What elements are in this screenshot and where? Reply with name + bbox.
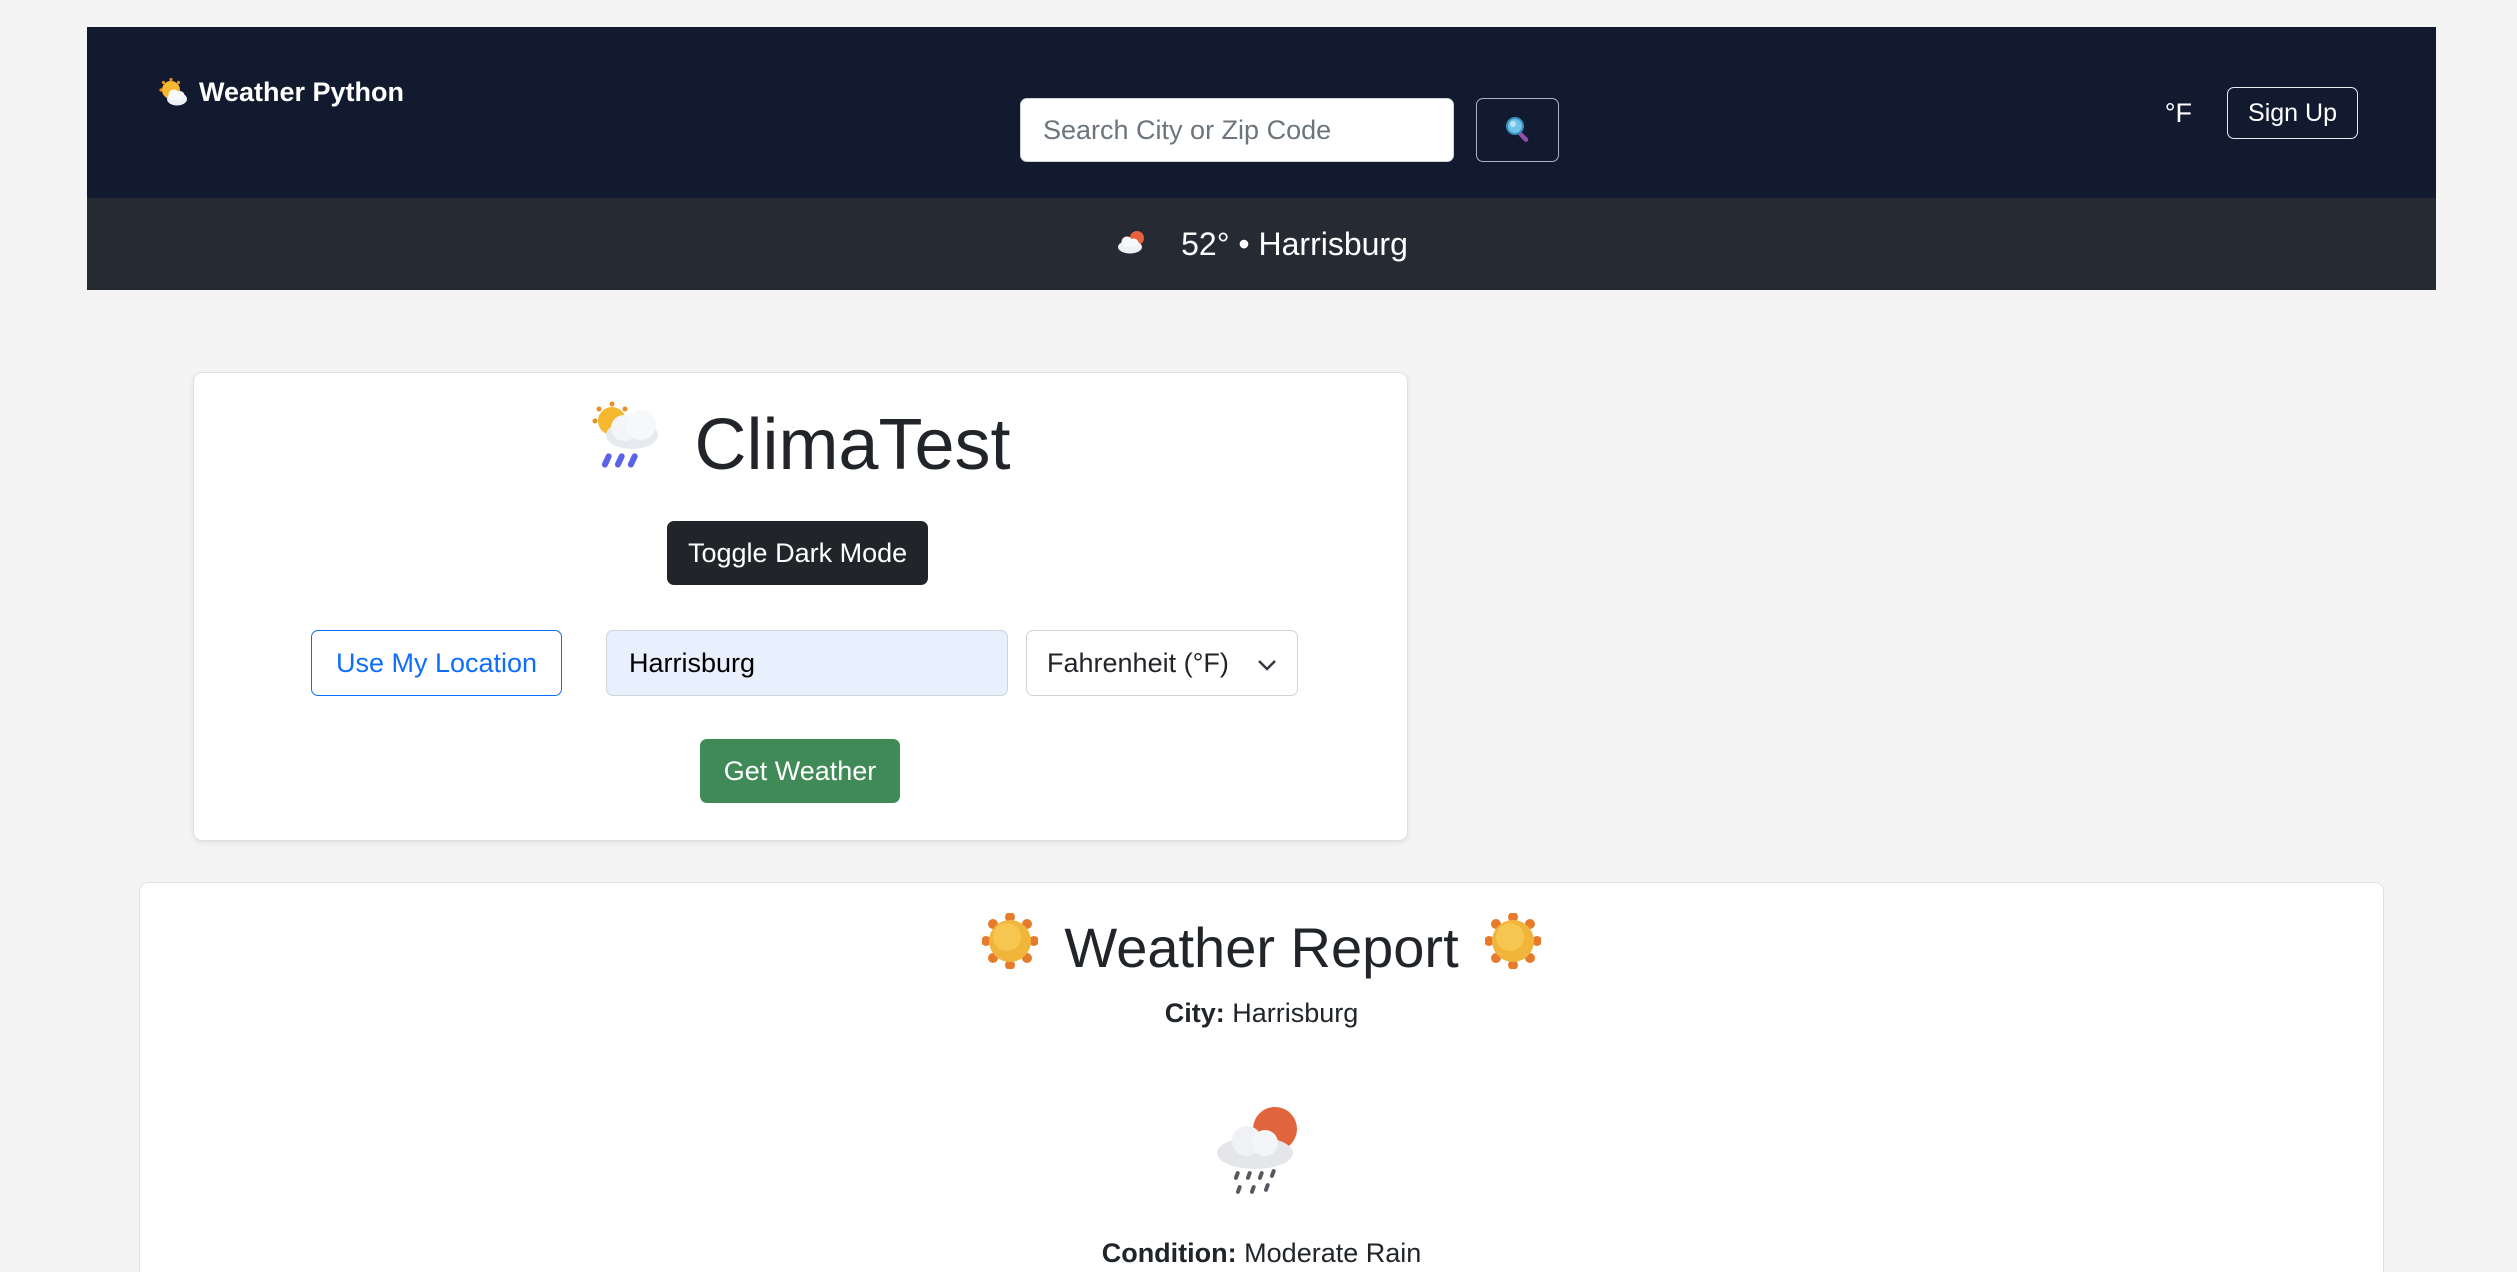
- current-temperature-city: 52° • Harrisburg: [1181, 225, 1408, 262]
- unit-select-value: Fahrenheit (°F): [1047, 647, 1229, 678]
- report-title-text: Weather Report: [1064, 916, 1459, 979]
- condition-value: Moderate Rain: [1244, 1238, 1422, 1268]
- sun-behind-cloud-icon: [159, 77, 189, 108]
- top-navbar: Weather Python °F Sign Up: [87, 27, 2436, 198]
- weather-report-card: Weather Report City: Harrisburg Conditio…: [139, 882, 2384, 1272]
- sun-icon: [1483, 912, 1542, 982]
- unit-select[interactable]: Fahrenheit (°F): [1026, 630, 1298, 696]
- sun-behind-cloud-icon: [1115, 226, 1149, 263]
- sign-up-button[interactable]: Sign Up: [2227, 87, 2358, 139]
- city-label: City:: [1164, 998, 1225, 1028]
- city-input[interactable]: [606, 630, 1008, 696]
- current-conditions-bar: 52° • Harrisburg: [87, 198, 2436, 290]
- app-title: ClimaTest: [194, 401, 1407, 488]
- temperature-unit-toggle[interactable]: °F: [2165, 98, 2192, 129]
- search-button[interactable]: [1476, 98, 1559, 162]
- sun-behind-rain-cloud-icon: [590, 401, 664, 488]
- toggle-dark-mode-button[interactable]: Toggle Dark Mode: [667, 521, 929, 585]
- app-title-text: ClimaTest: [694, 404, 1011, 485]
- sun-icon: [981, 912, 1040, 982]
- report-title: Weather Report: [140, 912, 2383, 982]
- search-input[interactable]: [1020, 98, 1454, 162]
- navbar-actions: °F Sign Up: [2165, 87, 2358, 139]
- brand-link[interactable]: Weather Python: [159, 7, 404, 178]
- use-my-location-button[interactable]: Use My Location: [311, 630, 562, 696]
- brand-name: Weather Python: [199, 77, 405, 107]
- report-city-line: City: Harrisburg: [140, 998, 2383, 1029]
- report-condition-line: Condition: Moderate Rain: [140, 1238, 2383, 1269]
- sun-behind-rain-cloud-icon: [1213, 1101, 1313, 1201]
- search-form: [1020, 98, 1559, 162]
- magnifier-icon: [1503, 114, 1533, 147]
- chevron-down-icon: [1257, 648, 1277, 679]
- condition-label: Condition:: [1101, 1238, 1237, 1268]
- city-value: Harrisburg: [1232, 998, 1359, 1028]
- get-weather-button[interactable]: Get Weather: [700, 739, 900, 803]
- search-card: ClimaTest Toggle Dark Mode Use My Locati…: [193, 372, 1408, 841]
